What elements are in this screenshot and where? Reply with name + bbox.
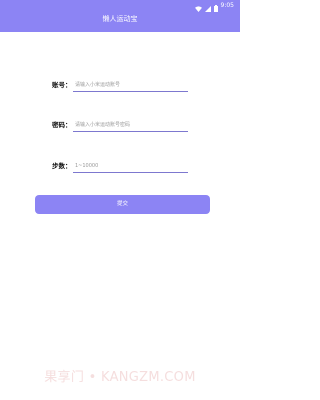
password-input[interactable]: [73, 119, 188, 132]
page-title: 懒人运动宝: [102, 15, 138, 23]
submit-button[interactable]: 提交: [35, 195, 210, 214]
steps-label: 步数：: [52, 162, 72, 170]
account-row: 账号：: [52, 79, 188, 93]
steps-row: 步数：: [52, 160, 188, 174]
password-row: 密码：: [52, 119, 188, 133]
status-time: 9:05: [220, 2, 234, 9]
account-label: 账号：: [52, 81, 72, 89]
watermark: 果享门 • KANGZM.COM: [44, 370, 196, 385]
status-bar: 9:05: [0, 0, 240, 12]
steps-input[interactable]: [73, 160, 188, 173]
status-icons: 9:05: [194, 2, 234, 12]
password-label: 密码：: [52, 121, 72, 129]
account-input[interactable]: [73, 79, 188, 92]
app-header: 9:05 懒人运动宝: [0, 0, 240, 32]
